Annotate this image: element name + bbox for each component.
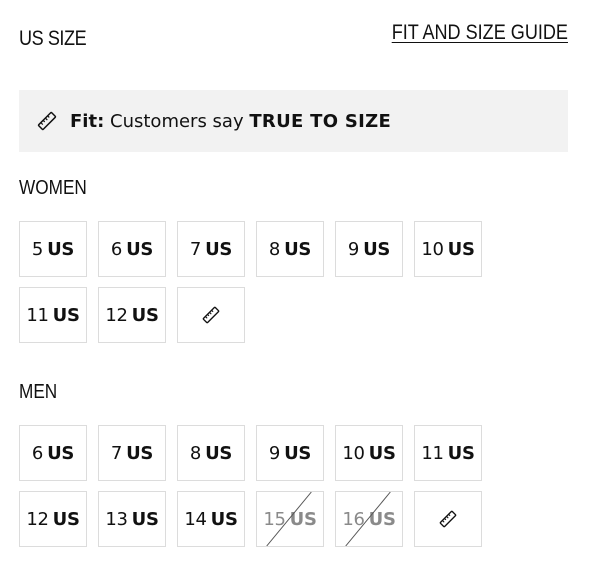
size-number: 9 (268, 442, 281, 464)
size-number: 8 (268, 238, 281, 260)
men-size-button[interactable]: 9 US (256, 425, 324, 481)
fit-statement: Fit: Customers say TRUE TO SIZE (70, 111, 391, 132)
size-number: 6 (31, 442, 44, 464)
fit-and-size-guide-link[interactable]: FIT AND SIZE GUIDE (392, 21, 568, 45)
size-unit: US (47, 238, 75, 260)
fit-banner: Fit: Customers say TRUE TO SIZE (19, 90, 568, 152)
fit-value: TRUE TO SIZE (249, 110, 392, 132)
size-unit: US (126, 238, 154, 260)
size-number: 14 (184, 508, 207, 530)
size-number: 10 (342, 442, 365, 464)
size-unit: US (284, 442, 312, 464)
size-unit: US (368, 442, 396, 464)
men-size-button[interactable]: 10 US (335, 425, 403, 481)
men-size-button[interactable]: 6 US (19, 425, 87, 481)
size-unit: US (131, 304, 159, 326)
size-header-title: US SIZE (19, 27, 87, 50)
men-size-button[interactable]: 12 US (19, 491, 87, 547)
size-number: 13 (105, 508, 128, 530)
size-number: 11 (421, 442, 444, 464)
size-number: 10 (421, 238, 444, 260)
size-unit: US (447, 442, 475, 464)
ruler-icon (201, 305, 221, 325)
fit-label: Fit: (70, 110, 105, 132)
women-size-grid: 5 US 6 US 7 US 8 US 9 US 10 US 11 US 12 US (19, 221, 499, 343)
size-number: 7 (110, 442, 123, 464)
women-size-button[interactable]: 6 US (98, 221, 166, 277)
size-number: 7 (189, 238, 202, 260)
women-size-button[interactable]: 12 US (98, 287, 166, 343)
men-size-grid: 6 US 7 US 8 US 9 US 10 US 11 US 12 US 13 US 14 US 15 US 16 US (19, 425, 499, 547)
women-size-button[interactable]: 11 US (19, 287, 87, 343)
size-unit: US (284, 238, 312, 260)
ruler-icon (438, 509, 458, 529)
men-size-button[interactable]: 15 US (256, 491, 324, 547)
fit-text: Customers say (110, 110, 244, 132)
size-unit: US (210, 508, 238, 530)
size-number: 6 (110, 238, 123, 260)
size-number: 12 (26, 508, 49, 530)
women-size-button[interactable]: 8 US (256, 221, 324, 277)
size-unit: US (126, 442, 154, 464)
men-size-guide-button[interactable] (414, 491, 482, 547)
size-unit: US (447, 238, 475, 260)
women-size-button[interactable]: 9 US (335, 221, 403, 277)
men-size-button[interactable]: 13 US (98, 491, 166, 547)
unavailable-strike (266, 492, 312, 546)
women-size-button[interactable]: 10 US (414, 221, 482, 277)
men-size-button[interactable]: 14 US (177, 491, 245, 547)
women-section-title: WOMEN (19, 177, 87, 199)
size-unit: US (52, 304, 80, 326)
size-unit: US (47, 442, 75, 464)
unavailable-strike (345, 492, 391, 546)
men-size-button[interactable]: 11 US (414, 425, 482, 481)
ruler-icon (36, 110, 58, 132)
size-unit: US (131, 508, 159, 530)
men-size-button[interactable]: 7 US (98, 425, 166, 481)
size-unit: US (205, 442, 233, 464)
size-number: 8 (189, 442, 202, 464)
size-unit: US (363, 238, 391, 260)
women-size-guide-button[interactable] (177, 287, 245, 343)
women-size-button[interactable]: 7 US (177, 221, 245, 277)
men-size-button[interactable]: 8 US (177, 425, 245, 481)
size-number: 9 (347, 238, 360, 260)
size-number: 12 (105, 304, 128, 326)
size-number: 11 (26, 304, 49, 326)
size-unit: US (52, 508, 80, 530)
women-size-button[interactable]: 5 US (19, 221, 87, 277)
size-unit: US (205, 238, 233, 260)
men-size-button[interactable]: 16 US (335, 491, 403, 547)
men-section-title: MEN (19, 381, 58, 403)
size-number: 5 (31, 238, 44, 260)
